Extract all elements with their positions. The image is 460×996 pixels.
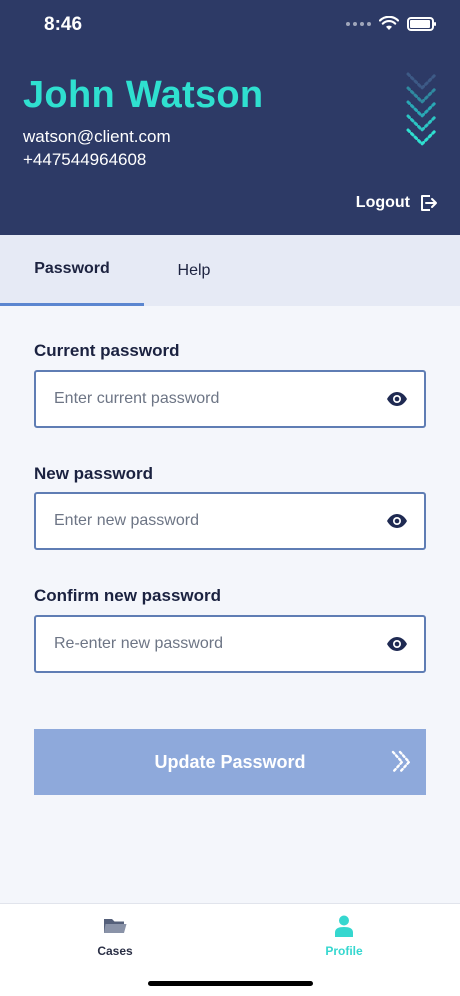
nav-cases[interactable]: Cases: [55, 914, 175, 958]
confirm-password-field: [34, 615, 426, 673]
profile-email: watson@client.com: [23, 127, 171, 146]
logout-button[interactable]: Logout: [356, 193, 438, 213]
battery-icon: [407, 16, 436, 31]
profile-header: 8:46 John Watson watson@client.com +4475…: [0, 0, 460, 235]
wifi-icon: [379, 16, 399, 30]
folder-icon: [104, 919, 127, 933]
profile-screen: 8:46 John Watson watson@client.com +4475…: [0, 0, 460, 996]
nav-cases-label: Cases: [97, 944, 133, 958]
status-time: 8:46: [44, 14, 83, 35]
nav-profile[interactable]: Profile: [284, 914, 404, 958]
status-indicators: [346, 16, 436, 31]
current-password-field: [34, 370, 426, 428]
profile-name: John Watson: [23, 74, 264, 116]
home-indicator: [148, 981, 313, 986]
confirm-password-label: Confirm new password: [34, 586, 222, 605]
new-password-label: New password: [34, 464, 154, 483]
nav-profile-label: Profile: [325, 944, 363, 958]
show-password-icon[interactable]: [386, 391, 408, 407]
update-password-button[interactable]: Update Password: [34, 729, 426, 795]
show-password-icon[interactable]: [386, 636, 408, 652]
update-password-label: Update Password: [154, 751, 306, 772]
profile-phone: +447544964608: [23, 150, 147, 169]
new-password-field: [34, 492, 426, 550]
chevron-right-icon: [391, 750, 411, 774]
chevron-pattern-icon: [406, 72, 438, 147]
tab-bar: Password Help: [0, 235, 460, 306]
signal-icon: [346, 21, 371, 26]
logout-icon: [421, 195, 437, 211]
confirm-password-input[interactable]: [54, 635, 354, 653]
current-password-input[interactable]: [54, 390, 354, 408]
logout-label: Logout: [355, 194, 410, 211]
show-password-icon[interactable]: [386, 513, 408, 529]
new-password-input[interactable]: [54, 512, 354, 530]
current-password-label: Current password: [34, 341, 180, 360]
tab-help[interactable]: Help: [144, 235, 244, 306]
tab-password[interactable]: Password: [0, 235, 144, 306]
person-icon: [335, 915, 353, 937]
